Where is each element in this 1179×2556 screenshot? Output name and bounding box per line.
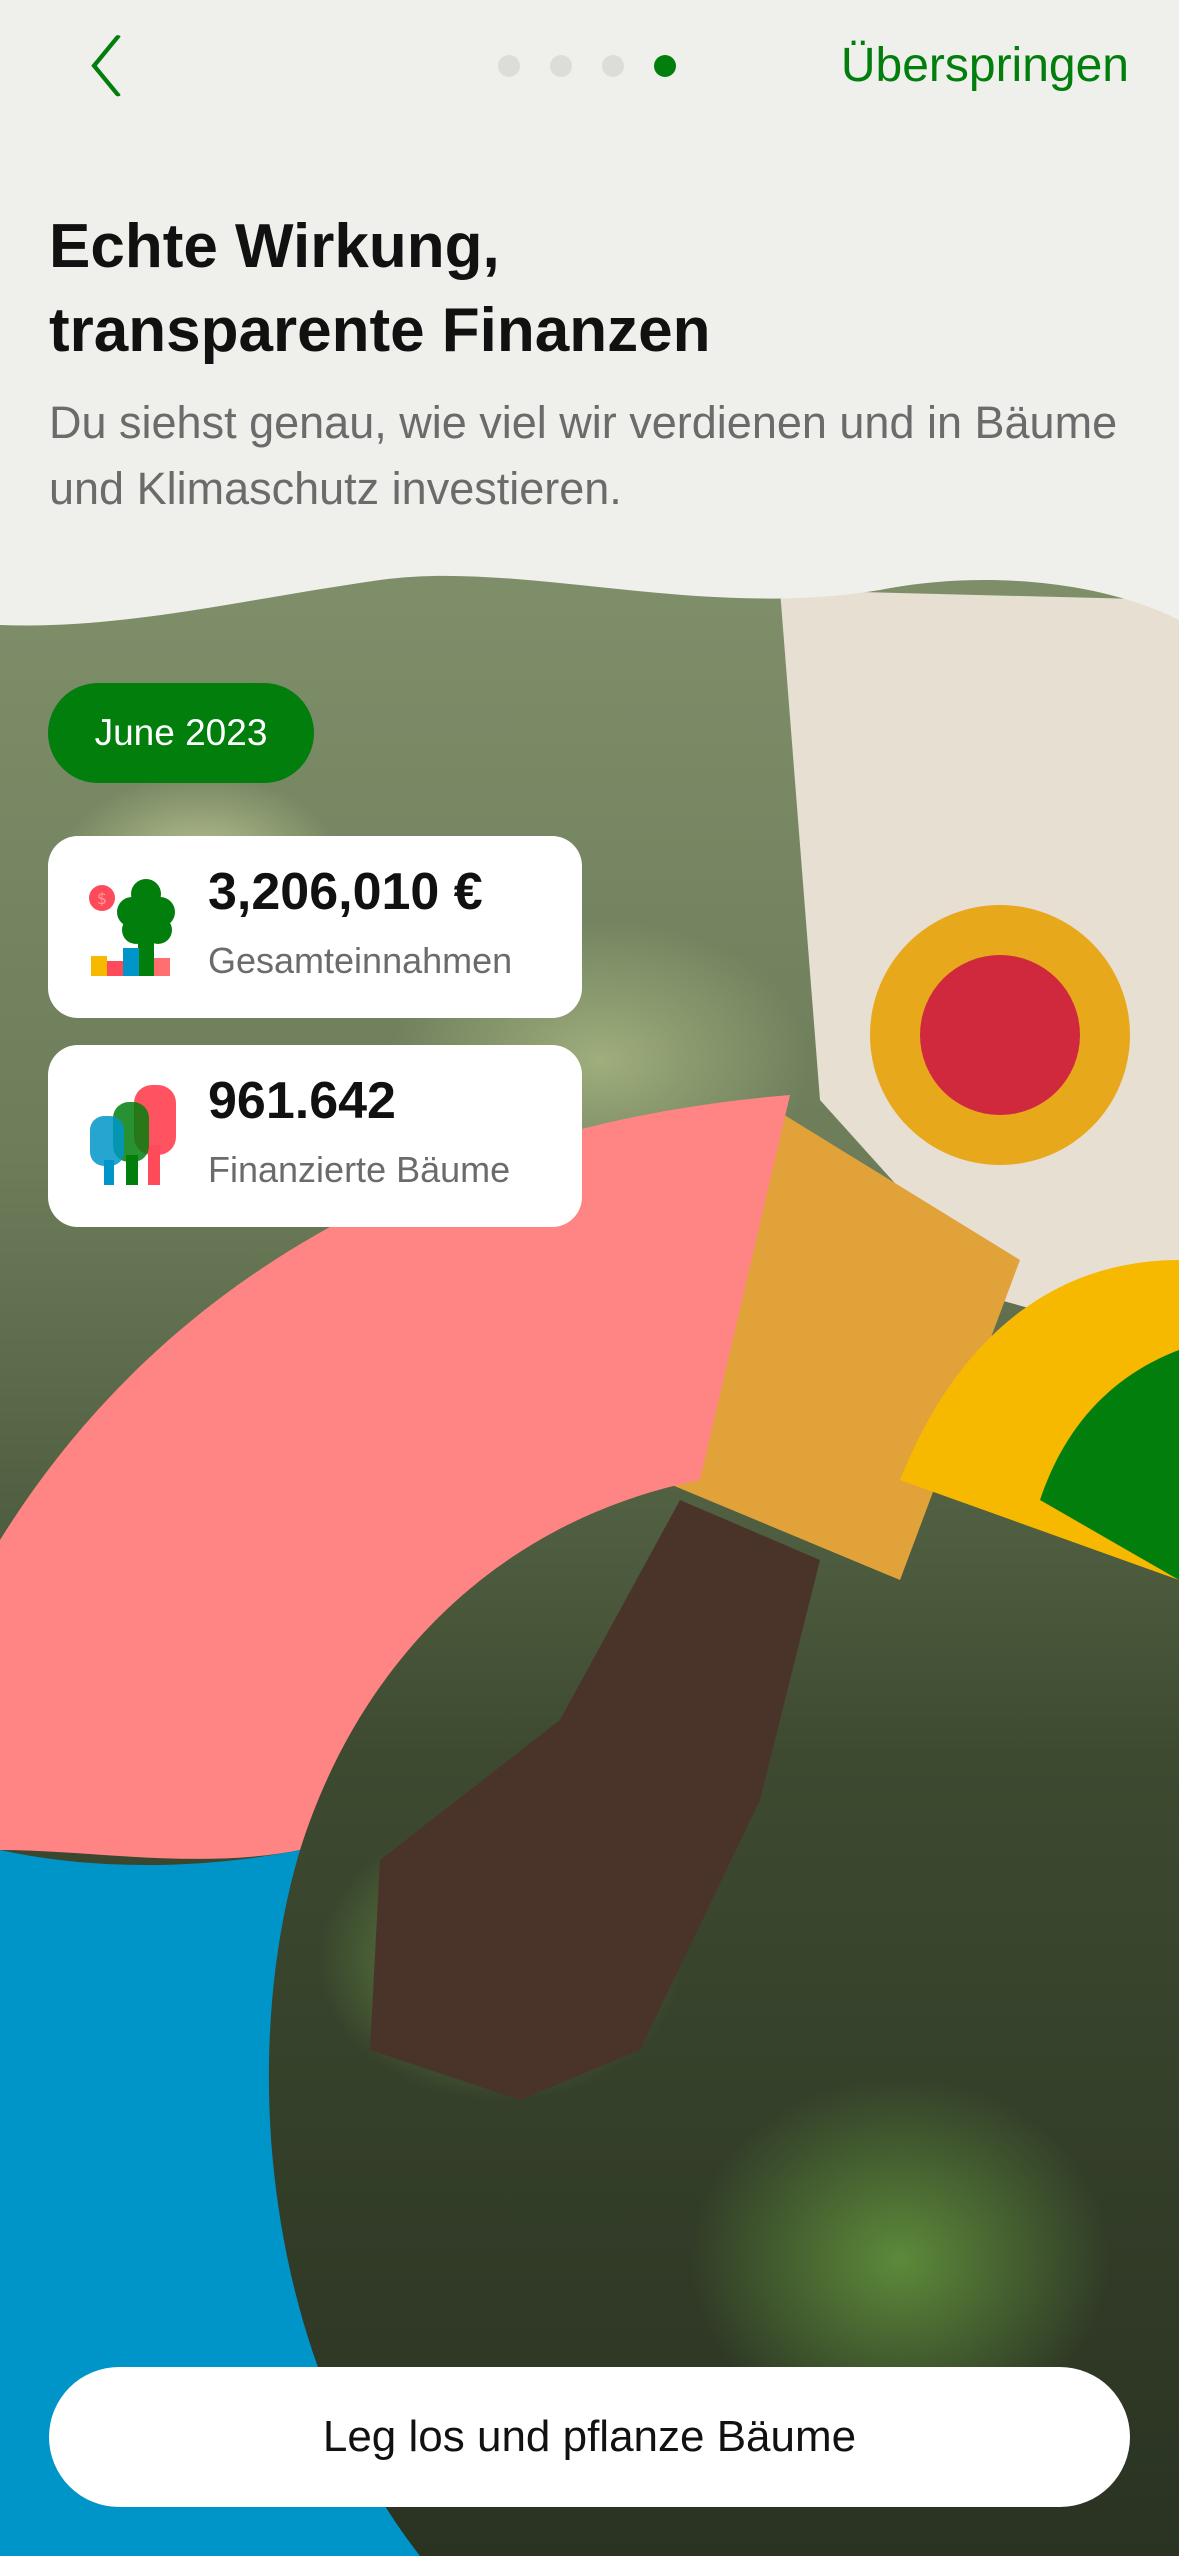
page-subtitle: Du siehst genau, wie viel wir verdienen … — [49, 397, 1118, 514]
period-badge: June 2023 — [48, 683, 314, 783]
start-planting-button[interactable]: Leg los und pflanze Bäume — [49, 2367, 1130, 2507]
embroidery-center — [920, 955, 1080, 1115]
decorative-shapes — [0, 0, 1179, 2556]
page-indicator — [498, 55, 676, 77]
onboarding-screen: Überspringen Echte Wirkung, transparente… — [0, 0, 1179, 2556]
stat-card-revenue: $ 3,206,010 € Gesamteinnahmen — [48, 836, 582, 1018]
trees-icon — [90, 1085, 176, 1185]
chevron-left-icon — [91, 35, 121, 97]
stat-card-trees: 961.642 Finanzierte Bäume — [48, 1045, 582, 1227]
revenue-label: Gesamteinnahmen — [208, 940, 513, 981]
page-dot[interactable] — [498, 55, 520, 77]
revenue-tree-chart-icon: $ — [89, 879, 175, 976]
top-bar: Überspringen — [0, 0, 1179, 140]
trees-label: Finanzierte Bäume — [208, 1149, 511, 1190]
page-dot[interactable] — [550, 55, 572, 77]
page-dot[interactable] — [602, 55, 624, 77]
page-title: Echte Wirkung, transparente Finanzen — [49, 212, 711, 365]
back-button[interactable] — [80, 30, 140, 100]
svg-text:$: $ — [97, 889, 107, 908]
trees-value: 961.642 — [208, 1072, 396, 1130]
page-dot-active[interactable] — [654, 55, 676, 77]
skip-button[interactable]: Überspringen — [841, 38, 1129, 93]
revenue-value: 3,206,010 € — [208, 863, 483, 921]
